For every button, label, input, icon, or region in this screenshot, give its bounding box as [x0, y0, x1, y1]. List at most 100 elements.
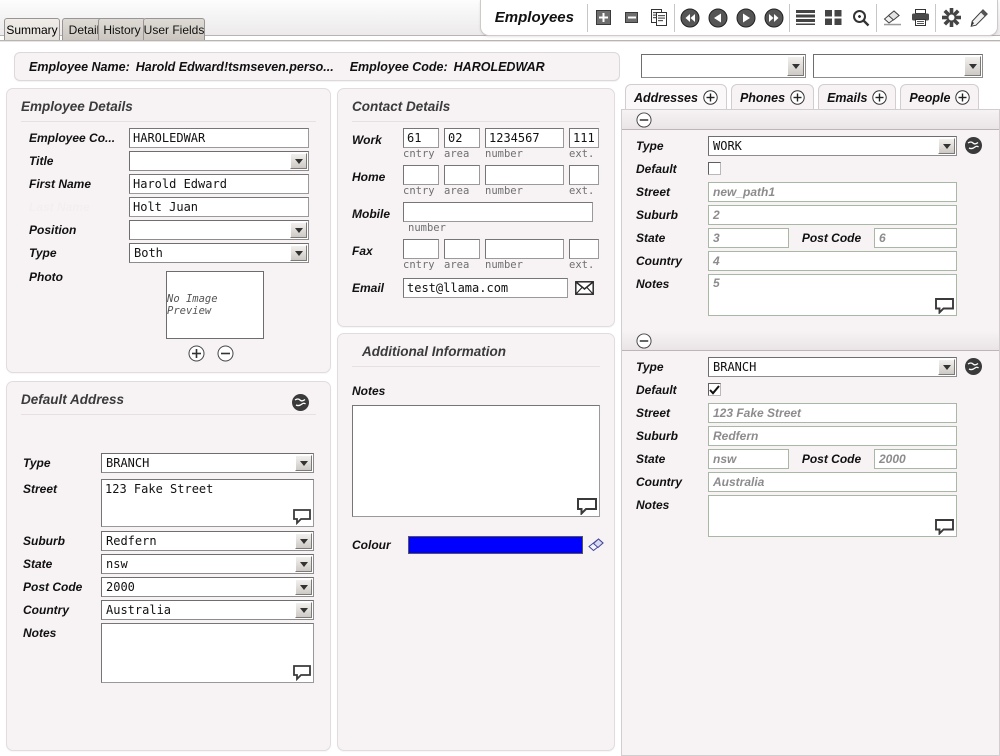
tab-summary[interactable]: Summary: [4, 18, 60, 40]
address-state-input[interactable]: nsw: [708, 449, 789, 469]
fax-area-input[interactable]: [444, 239, 480, 259]
default-address-type-dropdown[interactable]: BRANCH: [101, 453, 314, 473]
address-country-input[interactable]: 4: [708, 251, 957, 271]
chevron-down-icon[interactable]: [295, 556, 312, 572]
address-suburb-input[interactable]: 2: [708, 205, 957, 225]
default-address-title: Default Address: [7, 382, 330, 414]
clear-colour-icon[interactable]: [588, 538, 606, 553]
globe-icon[interactable]: [291, 393, 310, 412]
tab-addresses[interactable]: Addresses: [625, 84, 727, 110]
work-phone-country-input[interactable]: 61: [403, 128, 439, 148]
tab-phones[interactable]: Phones: [731, 84, 814, 110]
note-icon[interactable]: [935, 519, 954, 535]
remove-photo-button[interactable]: [217, 345, 234, 362]
divider: [21, 121, 316, 122]
add-person-icon[interactable]: [955, 90, 970, 105]
chevron-down-icon[interactable]: [290, 153, 307, 169]
add-email-icon[interactable]: [872, 90, 887, 105]
tab-people[interactable]: People: [900, 84, 979, 110]
last-name-input[interactable]: Holt Juan: [129, 197, 309, 217]
default-address-country-dropdown[interactable]: Australia: [101, 600, 314, 620]
chevron-down-icon[interactable]: [295, 602, 312, 618]
chevron-down-icon[interactable]: [290, 222, 307, 238]
address-state-input[interactable]: 3: [708, 228, 789, 248]
divider: [352, 121, 600, 122]
address-type-dropdown[interactable]: WORK: [708, 136, 957, 156]
address-postcode-input[interactable]: 2000: [874, 449, 957, 469]
first-name-field-label: First Name: [29, 174, 129, 194]
colour-swatch[interactable]: [408, 536, 583, 554]
main-tab-bar: Summary Detail History User Fields: [0, 18, 1000, 40]
note-icon[interactable]: [293, 665, 311, 681]
chevron-down-icon[interactable]: [938, 359, 955, 375]
tab-user-fields[interactable]: User Fields: [143, 18, 205, 40]
address-type-label: Type: [636, 136, 708, 156]
address-country-input[interactable]: Australia: [708, 472, 957, 492]
address-postcode-input[interactable]: 6: [874, 228, 957, 248]
chevron-down-icon[interactable]: [295, 533, 312, 549]
address-suburb-label: Suburb: [636, 426, 708, 446]
note-icon[interactable]: [577, 498, 597, 515]
send-email-icon[interactable]: [575, 281, 594, 295]
position-dropdown[interactable]: [129, 220, 309, 240]
default-address-suburb-dropdown[interactable]: Redfern: [101, 531, 314, 551]
chevron-down-icon[interactable]: [295, 455, 312, 471]
address-street-input[interactable]: 123 Fake Street: [708, 403, 957, 423]
address-street-input[interactable]: new_path1: [708, 182, 957, 202]
area-sublabel: area: [444, 148, 480, 160]
default-address-state-dropdown[interactable]: nsw: [101, 554, 314, 574]
first-name-input[interactable]: Harold Edward: [129, 174, 309, 194]
chevron-down-icon[interactable]: [938, 138, 955, 154]
home-phone-number-input[interactable]: [485, 165, 564, 185]
chevron-down-icon[interactable]: [964, 56, 981, 76]
fax-country-input[interactable]: [403, 239, 439, 259]
address-postcode-label: Post Code: [789, 449, 874, 469]
note-icon[interactable]: [935, 298, 954, 314]
address-suburb-input[interactable]: Redfern: [708, 426, 957, 446]
header-filter-dropdown-2[interactable]: [813, 54, 983, 78]
address-type-dropdown[interactable]: BRANCH: [708, 357, 957, 377]
address-type-label: Type: [636, 357, 708, 377]
chevron-down-icon[interactable]: [290, 245, 307, 261]
type-dropdown[interactable]: Both: [129, 243, 309, 263]
default-address-notes-input[interactable]: [101, 623, 314, 683]
add-address-icon[interactable]: [703, 90, 718, 105]
collapse-address-button[interactable]: [636, 112, 652, 128]
home-phone-country-input[interactable]: [403, 165, 439, 185]
chevron-down-icon[interactable]: [787, 56, 804, 76]
address-default-checkbox[interactable]: [708, 383, 721, 396]
work-phone-number-input[interactable]: 1234567: [485, 128, 564, 148]
address-notes-input[interactable]: [708, 495, 957, 537]
photo-preview[interactable]: No Image Preview: [166, 271, 264, 339]
default-address-postcode-dropdown[interactable]: 2000: [101, 577, 314, 597]
default-address-street-input[interactable]: 123 Fake Street: [101, 479, 314, 527]
contact-details-panel: Contact Details Work 61 cntry 02 area 12…: [337, 88, 615, 327]
home-phone-area-input[interactable]: [444, 165, 480, 185]
globe-icon[interactable]: [964, 357, 983, 376]
additional-notes-input[interactable]: [352, 405, 600, 517]
employee-code-input[interactable]: HAROLEDWAR: [129, 128, 309, 148]
address-notes-input[interactable]: 5: [708, 274, 957, 316]
work-phone-ext-input[interactable]: 111: [569, 128, 599, 148]
collapse-address-button[interactable]: [636, 333, 652, 349]
email-input[interactable]: test@llama.com: [403, 278, 568, 298]
mobile-number-input[interactable]: [403, 202, 593, 222]
address-notes-label: Notes: [636, 495, 708, 515]
add-phone-icon[interactable]: [790, 90, 805, 105]
record-header-bar: Employee Name: Harold Edward!tsmseven.pe…: [14, 52, 620, 81]
fax-number-input[interactable]: [485, 239, 564, 259]
add-photo-button[interactable]: [188, 345, 205, 362]
title-dropdown[interactable]: [129, 151, 309, 171]
globe-icon[interactable]: [964, 136, 983, 155]
header-filter-dropdown-1[interactable]: [641, 54, 806, 78]
chevron-down-icon[interactable]: [295, 579, 312, 595]
note-icon[interactable]: [293, 509, 311, 525]
home-phone-ext-input[interactable]: [569, 165, 599, 185]
fax-ext-input[interactable]: [569, 239, 599, 259]
tab-emails[interactable]: Emails: [818, 84, 896, 110]
work-phone-area-input[interactable]: 02: [444, 128, 480, 148]
default-address-street-value: 123 Fake Street: [105, 482, 213, 496]
tab-history[interactable]: History: [98, 18, 146, 40]
addresses-list: Type WORK Default Street new_path1: [621, 109, 1000, 756]
address-default-checkbox[interactable]: [708, 162, 721, 175]
